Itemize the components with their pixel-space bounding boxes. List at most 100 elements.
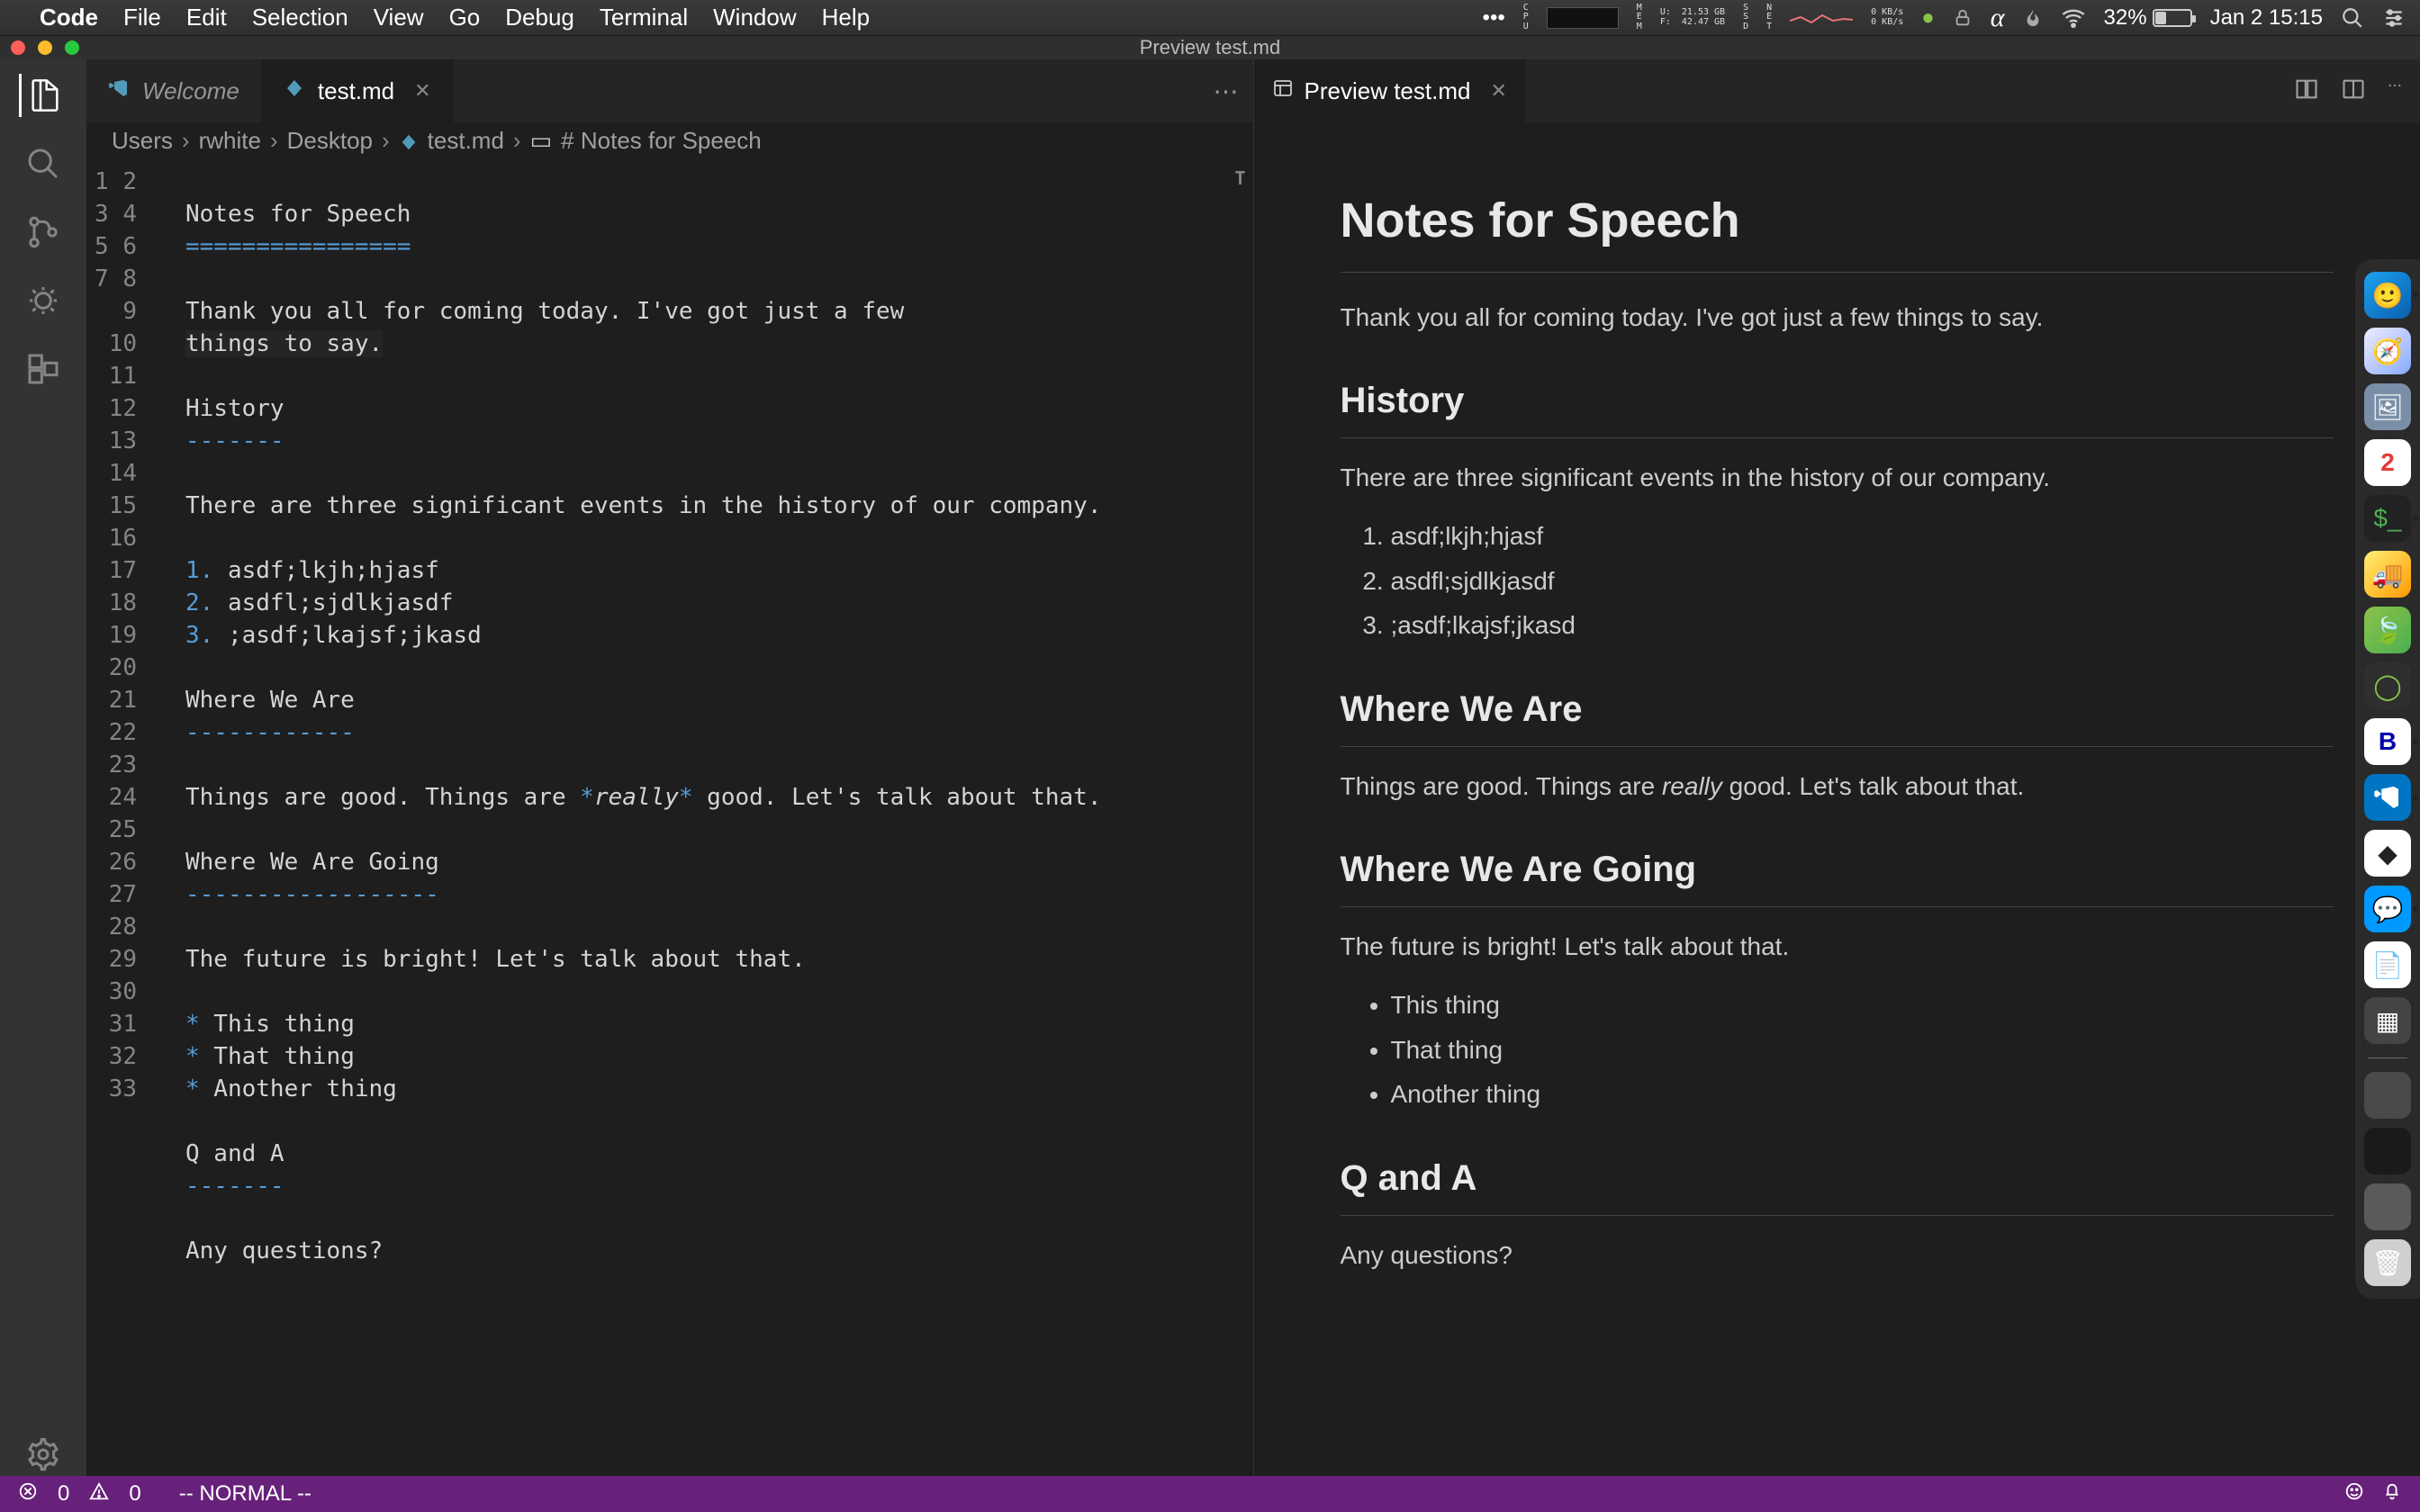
breadcrumb-users[interactable]: Users: [112, 127, 173, 155]
line-number-gutter: 1 2 3 4 5 6 7 8 9 10 11 12 13 14 15 16 1…: [86, 158, 158, 1476]
script-alpha-icon[interactable]: α: [1991, 3, 2005, 33]
battery-icon: [2153, 9, 2192, 27]
show-source-icon[interactable]: [2294, 76, 2319, 106]
markdown-preview-pane: Notes for Speech Thank you all for comin…: [1254, 158, 2420, 1476]
preview-h2-qa: Q and A: [1341, 1150, 2334, 1216]
dock-circle-app[interactable]: ◯: [2364, 662, 2411, 709]
dock-minimized-window[interactable]: [2364, 1072, 2411, 1119]
explorer-icon[interactable]: [19, 74, 65, 117]
dock-b-app[interactable]: B: [2364, 718, 2411, 765]
dock-minimized-window[interactable]: [2364, 1128, 2411, 1174]
menubar-app-icon[interactable]: •••: [1483, 5, 1505, 31]
code-line: 3. ;asdf;lkajsf;jkasd: [185, 622, 482, 649]
preview-content[interactable]: Notes for Speech Thank you all for comin…: [1254, 158, 2420, 1476]
breadcrumbs[interactable]: Users› rwhite› Desktop› test.md› ▭ # Not…: [86, 122, 1253, 158]
dock-textedit[interactable]: 📄: [2364, 941, 2411, 988]
clock[interactable]: Jan 2 15:15: [2210, 5, 2323, 31]
tab-preview[interactable]: Preview test.md ✕: [1254, 59, 1525, 122]
code-line: 1. asdf;lkjh;hjasf: [185, 557, 439, 584]
breadcrumb-user[interactable]: rwhite: [199, 127, 261, 155]
cpu-graph: [1547, 7, 1619, 29]
preview-h2-history: History: [1341, 373, 2334, 438]
net-label: N E T: [1766, 4, 1772, 32]
menu-window[interactable]: Window: [713, 4, 796, 32]
code-editor[interactable]: Notes for Speech ================ Thank …: [158, 158, 1253, 1476]
vim-mode: -- NORMAL --: [179, 1481, 312, 1507]
dock-messages[interactable]: 💬: [2364, 886, 2411, 932]
code-line: -------: [185, 1173, 284, 1200]
dot-status-icon[interactable]: ●: [1921, 5, 1935, 31]
error-count[interactable]: 0: [58, 1481, 69, 1507]
breadcrumb-desktop[interactable]: Desktop: [287, 127, 373, 155]
extensions-icon[interactable]: [22, 347, 65, 391]
menu-selection[interactable]: Selection: [252, 4, 348, 32]
code-line: Where We Are Going: [185, 849, 439, 876]
menu-edit[interactable]: Edit: [186, 4, 227, 32]
code-line: 2. asdfl;sjdlkjasdf: [185, 590, 453, 616]
list-item: asdf;lkjh;hjasf: [1391, 517, 2334, 555]
battery-pct: 32%: [2104, 5, 2147, 31]
code-line: Q and A: [185, 1140, 284, 1167]
menu-debug[interactable]: Debug: [505, 4, 574, 32]
dock-minimized-window[interactable]: [2364, 1184, 2411, 1230]
window-close-button[interactable]: [11, 40, 25, 55]
breadcrumb-file[interactable]: test.md: [428, 127, 504, 155]
dock-finder[interactable]: 🙂: [2364, 272, 2411, 319]
code-line: -------: [185, 428, 284, 454]
tab-close-icon[interactable]: ✕: [414, 79, 430, 103]
code-line: Thank you all for coming today. I've got…: [185, 298, 904, 325]
dock-pixel-app[interactable]: ▦: [2364, 997, 2411, 1044]
lock-icon[interactable]: [1953, 8, 1973, 28]
notifications-bell-icon[interactable]: [2382, 1481, 2402, 1508]
tab-welcome[interactable]: Welcome: [86, 59, 262, 122]
code-line: History: [185, 395, 284, 422]
dock-inkscape[interactable]: ◆: [2364, 830, 2411, 877]
settings-gear-icon[interactable]: [22, 1433, 65, 1476]
dock-transmit[interactable]: 🚚: [2364, 551, 2411, 598]
warning-count[interactable]: 0: [129, 1481, 140, 1507]
dock-vscode[interactable]: [2364, 774, 2411, 821]
menu-terminal[interactable]: Terminal: [600, 4, 688, 32]
spotlight-icon[interactable]: [2341, 6, 2364, 30]
chevron-right-icon: ›: [270, 127, 278, 155]
source-control-icon[interactable]: [22, 211, 65, 254]
preview-paragraph: There are three significant events in th…: [1341, 458, 2334, 497]
debug-icon[interactable]: [22, 279, 65, 322]
dock-terminal[interactable]: $_: [2364, 495, 2411, 542]
split-editor-icon[interactable]: [2341, 76, 2366, 106]
cpu-label: C P U: [1523, 4, 1529, 32]
code-line: Any questions?: [185, 1238, 383, 1264]
window-fullscreen-button[interactable]: [65, 40, 79, 55]
search-icon[interactable]: [22, 142, 65, 185]
dock-safari[interactable]: 🧭: [2364, 328, 2411, 374]
warning-icon[interactable]: [89, 1481, 109, 1508]
macos-dock: 🙂 🧭 🖼 2 $_ 🚚 🍃 ◯ B ◆ 💬 📄 ▦ 🗑: [2355, 259, 2420, 1299]
menu-help[interactable]: Help: [822, 4, 870, 32]
menu-view[interactable]: View: [374, 4, 424, 32]
tab-close-icon[interactable]: ✕: [1490, 79, 1506, 103]
battery-indicator[interactable]: 32%: [2104, 5, 2192, 31]
dock-calendar[interactable]: 2: [2364, 439, 2411, 486]
preview-h2-where: Where We Are: [1341, 681, 2334, 747]
control-center-icon[interactable]: [2382, 6, 2406, 30]
dock-trash[interactable]: 🗑: [2364, 1239, 2411, 1286]
menu-file[interactable]: File: [123, 4, 161, 32]
tab-testmd[interactable]: test.md ✕: [262, 59, 454, 122]
editor-more-actions-icon[interactable]: ⋯: [1214, 76, 1239, 106]
vscode-icon: [108, 77, 130, 105]
flame-icon[interactable]: [2023, 6, 2043, 30]
dock-preview[interactable]: 🖼: [2364, 383, 2411, 430]
disk-label: S S D: [1743, 4, 1748, 32]
dock-leaf-app[interactable]: 🍃: [2364, 607, 2411, 653]
editor-pane[interactable]: 1 2 3 4 5 6 7 8 9 10 11 12 13 14 15 16 1…: [86, 158, 1254, 1476]
preview-tabs: Preview test.md ✕ ⋯: [1254, 59, 2420, 122]
app-name[interactable]: Code: [40, 4, 98, 32]
menu-go[interactable]: Go: [449, 4, 481, 32]
macos-menubar: Code File Edit Selection View Go Debug T…: [0, 0, 2420, 36]
breadcrumb-symbol[interactable]: # Notes for Speech: [561, 127, 762, 155]
window-minimize-button[interactable]: [38, 40, 52, 55]
error-icon[interactable]: [18, 1481, 38, 1508]
preview-more-icon[interactable]: ⋯: [2388, 76, 2402, 106]
feedback-smiley-icon[interactable]: [2344, 1481, 2364, 1508]
wifi-icon[interactable]: [2061, 5, 2086, 31]
